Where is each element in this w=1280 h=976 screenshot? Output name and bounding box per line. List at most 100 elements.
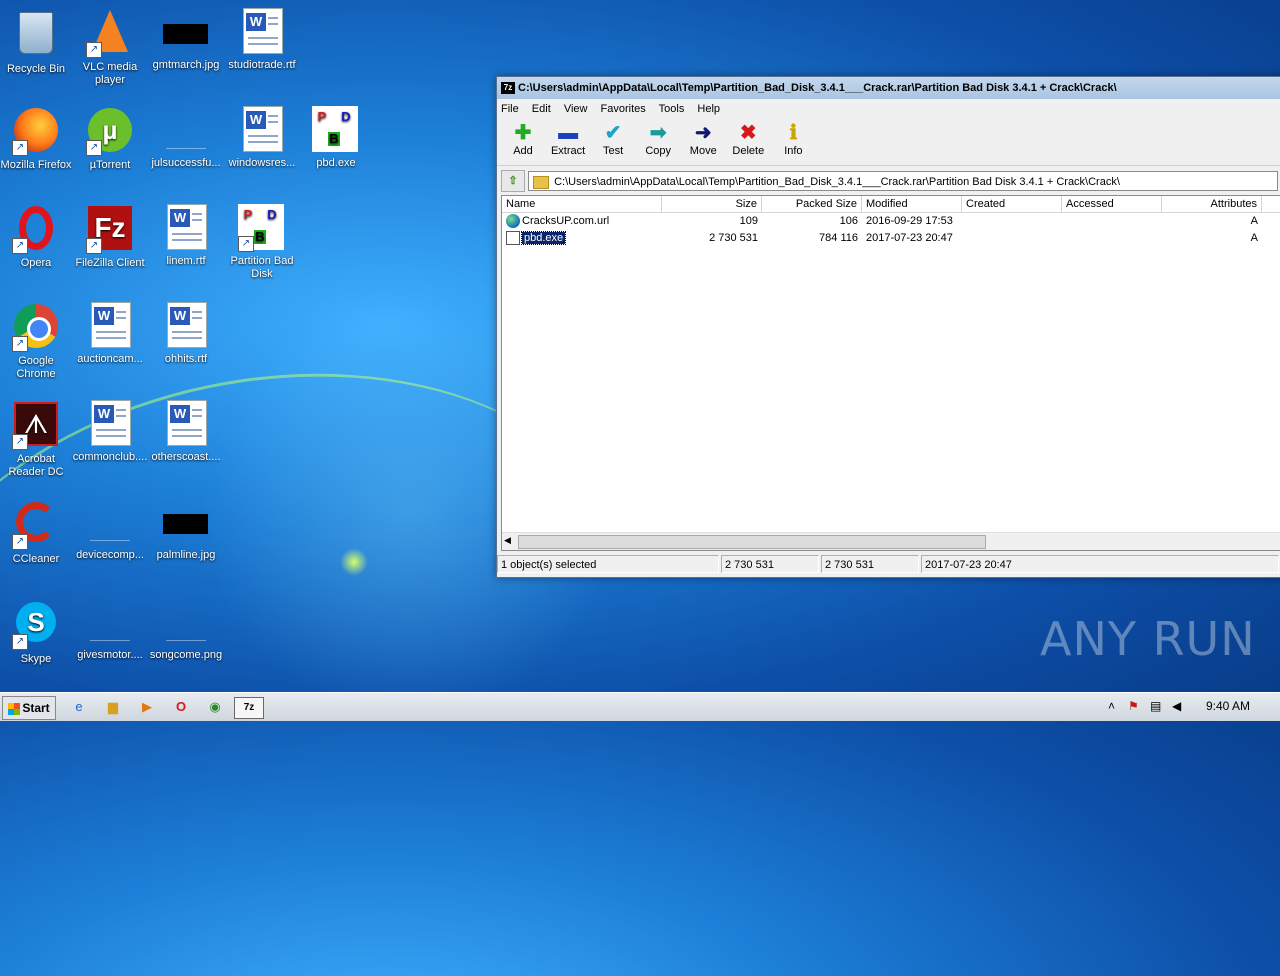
scroll-left-icon[interactable]: ◀ <box>504 535 511 546</box>
menu-edit[interactable]: Edit <box>532 103 551 115</box>
column-accessed[interactable]: Accessed <box>1062 196 1162 212</box>
status-packed-size: 2 730 531 <box>821 555 919 573</box>
file-modified: 2017-07-23 20:47 <box>866 232 953 244</box>
file-modified: 2016-09-29 17:53 <box>866 215 953 227</box>
clock[interactable]: 9:40 AM <box>1206 699 1250 713</box>
desktop-icon-acrobat[interactable]: ᗑ ↗ Acrobat Reader DC <box>0 400 74 479</box>
desktop-icon-chrome[interactable]: ↗ Google Chrome <box>0 302 74 381</box>
window-title: C:\Users\admin\AppData\Local\Temp\Partit… <box>518 82 1117 94</box>
desktop-icon-ohhits[interactable]: W ohhits.rtf <box>148 302 224 366</box>
blank-file-icon <box>86 498 134 546</box>
firefox-icon: ↗ <box>12 108 60 156</box>
image-thumbnail-icon <box>162 8 210 56</box>
desktop-icon-filezilla[interactable]: Fz ↗ FileZilla Client <box>72 204 148 270</box>
column-attributes[interactable]: Attributes <box>1162 196 1262 212</box>
desktop-icon-opera[interactable]: ↗ Opera <box>0 204 74 270</box>
desktop-icon-skype[interactable]: S ↗ Skype <box>0 598 74 666</box>
column-modified[interactable]: Modified <box>862 196 962 212</box>
delete-button[interactable]: ✖ Delete <box>728 119 768 157</box>
desktop-icon-devicecomp[interactable]: devicecomp... <box>72 498 148 562</box>
desktop-icon-utorrent[interactable]: µ ↗ µTorrent <box>72 106 148 172</box>
file-attributes: A <box>1250 215 1258 227</box>
test-button[interactable]: ✔ Test <box>593 119 633 157</box>
wallpaper-spark <box>340 548 368 576</box>
desktop-icon-recycle-bin[interactable]: Recycle Bin <box>0 8 74 76</box>
desktop-icon-givesmotor[interactable]: givesmotor.... <box>72 598 148 662</box>
start-button[interactable]: Start <box>2 696 56 720</box>
taskbar: Start e ▆ ▶ O ◉ 7z ˄ ⚑ ▤ ◀ 9:40 AM <box>0 692 1280 721</box>
address-text: C:\Users\admin\AppData\Local\Temp\Partit… <box>554 176 1120 188</box>
scrollbar-thumb[interactable] <box>518 535 986 549</box>
image-thumbnail-icon <box>162 498 210 546</box>
desktop-icon-otherscoast[interactable]: W otherscoast.... <box>148 400 224 464</box>
blank-file-icon <box>162 598 210 646</box>
media-player-icon[interactable]: ▶ <box>136 697 158 717</box>
folder-icon <box>533 175 550 189</box>
blank-file-icon <box>162 106 210 154</box>
menu-tools[interactable]: Tools <box>659 103 685 115</box>
utorrent-icon: µ ↗ <box>86 108 134 156</box>
horizontal-scrollbar[interactable]: ◀ <box>502 532 1280 550</box>
file-packed-size: 106 <box>839 215 858 227</box>
desktop-icon-vlc[interactable]: ↗ VLC media player <box>72 8 148 87</box>
desktop-icon-auctioncam[interactable]: W auctioncam... <box>72 302 148 366</box>
internet-explorer-icon[interactable]: e <box>68 697 90 717</box>
word-document-icon: W <box>238 106 286 154</box>
address-input[interactable]: C:\Users\admin\AppData\Local\Temp\Partit… <box>528 171 1279 191</box>
up-folder-button[interactable]: ⇧ <box>501 170 525 192</box>
word-document-icon: W <box>238 8 286 56</box>
column-name[interactable]: Name <box>502 196 662 212</box>
move-button[interactable]: ➜ Move <box>683 119 723 157</box>
menu-help[interactable]: Help <box>697 103 720 115</box>
extract-button[interactable]: ▬ Extract <box>548 119 588 157</box>
desktop-icon-studiotrade[interactable]: W studiotrade.rtf <box>224 8 300 72</box>
7zip-taskbar-button[interactable]: 7z <box>234 697 264 719</box>
recycle-bin-icon <box>12 12 60 60</box>
column-packed-size[interactable]: Packed Size <box>762 196 862 212</box>
column-created[interactable]: Created <box>962 196 1062 212</box>
desktop-icon-songcome[interactable]: songcome.png <box>148 598 224 662</box>
file-size: 2 730 531 <box>709 232 758 244</box>
desktop-icon-linem[interactable]: W linem.rtf <box>148 204 224 268</box>
desktop-icon-pbd-exe[interactable]: PDB pbd.exe <box>298 106 374 170</box>
word-document-icon: W <box>162 400 210 448</box>
info-button[interactable]: ℹ Info <box>773 119 813 157</box>
desktop-icon-firefox[interactable]: ↗ Mozilla Firefox <box>0 106 74 172</box>
word-document-icon: W <box>162 204 210 252</box>
copy-button[interactable]: ➡ Copy <box>638 119 678 157</box>
menu-favorites[interactable]: Favorites <box>601 103 646 115</box>
network-icon[interactable]: ▤ <box>1150 699 1161 713</box>
desktop-icon-gmtmarch[interactable]: gmtmarch.jpg <box>148 8 224 72</box>
internet-shortcut-icon <box>506 214 520 229</box>
window-title-bar[interactable]: 7z C:\Users\admin\AppData\Local\Temp\Part… <box>497 77 1280 99</box>
volume-icon[interactable]: ◀ <box>1172 699 1181 713</box>
column-size[interactable]: Size <box>662 196 762 212</box>
add-button[interactable]: ✚ Add <box>503 119 543 157</box>
desktop-icon-windowsres[interactable]: W windowsres... <box>224 106 300 170</box>
toolbar: ✚ Add ▬ Extract ✔ Test ➡ Copy ➜ Move ✖ Delete … <box>497 119 1280 166</box>
desktop-icon-ccleaner[interactable]: ↗ CCleaner <box>0 498 74 566</box>
table-row[interactable]: CracksUP.com.url 109 106 2016-09-29 17:5… <box>502 213 1280 230</box>
executable-file-icon <box>506 231 520 246</box>
file-explorer-icon[interactable]: ▆ <box>102 697 124 717</box>
file-created <box>962 213 1062 230</box>
table-row-selected[interactable]: pbd.exe 2 730 531 784 116 2017-07-23 20:… <box>502 230 1280 247</box>
menu-file[interactable]: File <box>501 103 519 115</box>
desktop-icon-julsuccessfu[interactable]: julsuccessfu... <box>148 106 224 170</box>
7zip-file-manager-window: 7z C:\Users\admin\AppData\Local\Temp\Part… <box>496 76 1280 578</box>
menu-view[interactable]: View <box>564 103 588 115</box>
tray-expand-icon[interactable]: ˄ <box>1108 699 1115 713</box>
action-center-icon[interactable]: ⚑ <box>1128 699 1139 713</box>
system-tray: ˄ ⚑ ▤ ◀ 9:40 AM <box>1104 693 1280 721</box>
blank-file-icon <box>86 598 134 646</box>
pbd-icon: P D B ↗ <box>238 204 286 252</box>
windows-logo-icon <box>8 702 21 715</box>
desktop-icon-partition-bad-disk[interactable]: P D B ↗ Partition Bad Disk <box>224 204 300 281</box>
desktop-icon-palmline[interactable]: palmline.jpg <box>148 498 224 562</box>
checkmark-icon: ✔ <box>604 122 622 144</box>
desktop-icon-commonclub[interactable]: W commonclub.... <box>72 400 148 464</box>
x-icon: ✖ <box>739 122 757 144</box>
chrome-icon: ↗ <box>12 304 60 352</box>
opera-taskbar-icon[interactable]: O <box>170 697 192 717</box>
chrome-taskbar-icon[interactable]: ◉ <box>204 697 226 717</box>
